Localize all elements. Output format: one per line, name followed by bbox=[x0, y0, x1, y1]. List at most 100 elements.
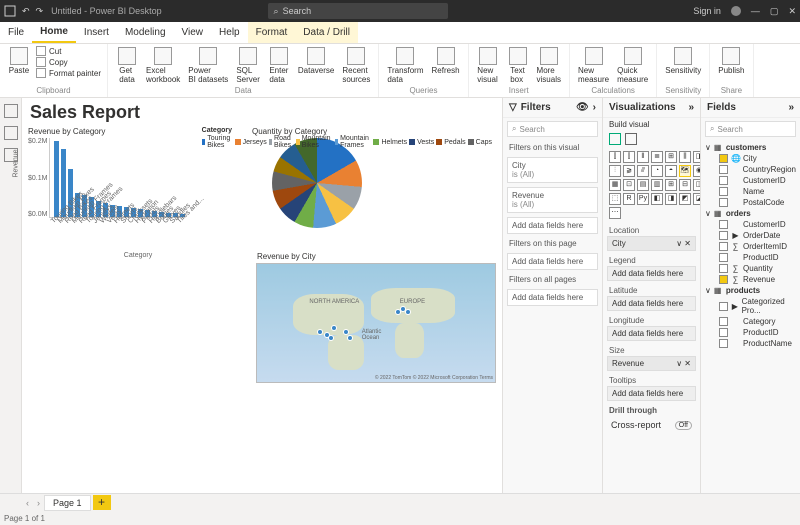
location-well[interactable]: City∨ ✕ bbox=[607, 236, 696, 251]
tab-home[interactable]: Home bbox=[32, 22, 76, 43]
field-Name[interactable]: Name bbox=[705, 186, 796, 197]
viz-type-icon[interactable]: ⫼ bbox=[679, 151, 691, 163]
report-view-icon[interactable] bbox=[4, 104, 18, 118]
legend-well[interactable]: Add data fields here bbox=[607, 266, 696, 281]
field-City[interactable]: 🌐City bbox=[705, 153, 796, 164]
tab-view[interactable]: View bbox=[174, 22, 212, 43]
refresh-button[interactable]: Refresh bbox=[430, 46, 462, 76]
table-orders[interactable]: ∨▦orders bbox=[705, 208, 796, 219]
table-customers[interactable]: ∨▦customers bbox=[705, 142, 796, 153]
tooltips-well[interactable]: Add data fields here bbox=[607, 386, 696, 401]
viz-type-icon[interactable]: ⊞ bbox=[665, 151, 677, 163]
field-Category[interactable]: Category bbox=[705, 316, 796, 327]
viz-type-icon[interactable]: ▥ bbox=[651, 179, 663, 191]
data-view-icon[interactable] bbox=[4, 126, 18, 140]
more-visuals-button[interactable]: Morevisuals bbox=[535, 46, 563, 85]
prev-page-icon[interactable]: ‹ bbox=[22, 498, 33, 508]
cross-report-toggle[interactable]: Off bbox=[675, 421, 692, 430]
viz-type-icon[interactable]: ⫴ bbox=[637, 151, 649, 163]
map-bubble[interactable] bbox=[343, 329, 349, 335]
viz-type-icon[interactable]: ▤ bbox=[637, 179, 649, 191]
chevron-right-icon[interactable]: › bbox=[593, 102, 596, 113]
text-box-button[interactable]: Textbox bbox=[505, 46, 531, 85]
field-Revenue[interactable]: ∑Revenue bbox=[705, 274, 796, 285]
eye-icon[interactable]: 👁 bbox=[576, 102, 589, 113]
viz-type-icon[interactable]: ◨ bbox=[665, 193, 677, 205]
map-bubble[interactable] bbox=[405, 309, 411, 315]
tab-insert[interactable]: Insert bbox=[76, 22, 117, 43]
viz-type-icon[interactable]: ◓ bbox=[665, 165, 677, 177]
filters-search[interactable]: ⌕Search bbox=[507, 121, 598, 137]
get-data-button[interactable]: Getdata bbox=[114, 46, 140, 85]
chevron-right-icon[interactable]: » bbox=[688, 102, 694, 113]
field-CountryRegion[interactable]: CountryRegion bbox=[705, 164, 796, 175]
tab-file[interactable]: File bbox=[0, 22, 32, 43]
viz-type-icon[interactable]: ⬚ bbox=[609, 193, 621, 205]
excel-workbook-button[interactable]: Excelworkbook bbox=[144, 46, 182, 85]
titlebar-search[interactable]: ⌕ Search bbox=[268, 3, 448, 19]
field-ProductID[interactable]: ProductID bbox=[705, 252, 796, 263]
field-ProductName[interactable]: ProductName bbox=[705, 338, 796, 349]
quick-measure-button[interactable]: Quickmeasure bbox=[615, 46, 650, 85]
close-icon[interactable]: ✕ bbox=[788, 6, 796, 17]
viz-type-icon[interactable]: Py bbox=[637, 193, 649, 205]
build-visual-icon[interactable] bbox=[609, 133, 621, 145]
viz-type-icon[interactable]: ⊞ bbox=[665, 179, 677, 191]
map-bubble[interactable] bbox=[317, 329, 323, 335]
sql-server-button[interactable]: SQLServer bbox=[234, 46, 262, 85]
redo-icon[interactable]: ↷ bbox=[36, 6, 44, 17]
viz-type-icon[interactable]: ⫿ bbox=[623, 151, 635, 163]
filter-card-city[interactable]: Cityis (All) bbox=[507, 157, 598, 183]
map-visual[interactable]: Revenue by City NORTH AMERICA EUROPE Atl… bbox=[256, 263, 496, 383]
viz-type-icon[interactable]: 🗺 bbox=[679, 165, 691, 177]
new-visual-button[interactable]: Newvisual bbox=[475, 46, 501, 85]
tab-format[interactable]: Format bbox=[248, 22, 296, 43]
recent-sources-button[interactable]: Recentsources bbox=[340, 46, 372, 85]
add-visual-filter[interactable]: Add data fields here bbox=[507, 217, 598, 234]
copy-button[interactable]: Copy bbox=[36, 57, 101, 67]
report-canvas[interactable]: Sales Report Revenue by Category $0.2M$0… bbox=[22, 98, 502, 493]
sensitivity-button[interactable]: Sensitivity bbox=[663, 46, 703, 76]
page-tab[interactable]: Page 1 bbox=[44, 495, 91, 511]
size-well[interactable]: Revenue∨ ✕ bbox=[607, 356, 696, 371]
undo-icon[interactable]: ↶ bbox=[22, 6, 30, 17]
field-Quantity[interactable]: ∑Quantity bbox=[705, 263, 796, 274]
longitude-well[interactable]: Add data fields here bbox=[607, 326, 696, 341]
add-page-button[interactable]: + bbox=[93, 495, 111, 510]
pie-chart-visual[interactable]: Quantity by Category Category Touring Bi… bbox=[252, 127, 492, 259]
new-measure-button[interactable]: Newmeasure bbox=[576, 46, 611, 85]
fields-search[interactable]: ⌕Search bbox=[705, 121, 796, 137]
add-page-filter[interactable]: Add data fields here bbox=[507, 253, 598, 270]
maximize-icon[interactable]: ▢ bbox=[770, 6, 779, 17]
field-PostalCode[interactable]: PostalCode bbox=[705, 197, 796, 208]
field-Categorized Pro...[interactable]: ▶Categorized Pro... bbox=[705, 296, 796, 316]
viz-type-icon[interactable]: ◩ bbox=[679, 193, 691, 205]
viz-type-icon[interactable]: R bbox=[623, 193, 635, 205]
power-bi-datasets-button[interactable]: PowerBI datasets bbox=[186, 46, 230, 85]
bar[interactable] bbox=[54, 141, 59, 217]
latitude-well[interactable]: Add data fields here bbox=[607, 296, 696, 311]
viz-type-icon[interactable]: ⊡ bbox=[623, 179, 635, 191]
table-products[interactable]: ∨▦products bbox=[705, 285, 796, 296]
viz-type-icon[interactable]: ▦ bbox=[609, 179, 621, 191]
paste-button[interactable]: Paste bbox=[6, 46, 32, 76]
viz-type-icon[interactable]: ⊟ bbox=[679, 179, 691, 191]
transform-data-button[interactable]: Transformdata bbox=[385, 46, 425, 85]
user-avatar[interactable] bbox=[731, 6, 741, 16]
viz-type-icon[interactable]: ◔ bbox=[651, 165, 663, 177]
viz-type-icon[interactable]: ⫶ bbox=[609, 165, 621, 177]
dataverse-button[interactable]: Dataverse bbox=[296, 46, 336, 76]
field-CustomerID[interactable]: CustomerID bbox=[705, 219, 796, 230]
next-page-icon[interactable]: › bbox=[33, 498, 44, 508]
add-all-filter[interactable]: Add data fields here bbox=[507, 289, 598, 306]
field-ProductID[interactable]: ProductID bbox=[705, 327, 796, 338]
save-icon[interactable] bbox=[4, 5, 16, 17]
tab-modeling[interactable]: Modeling bbox=[117, 22, 174, 43]
viz-type-icon[interactable]: ⫺ bbox=[623, 165, 635, 177]
signin-link[interactable]: Sign in bbox=[693, 6, 721, 16]
filter-card-revenue[interactable]: Revenueis (All) bbox=[507, 187, 598, 213]
cut-button[interactable]: Cut bbox=[36, 46, 101, 56]
tab-data-drill[interactable]: Data / Drill bbox=[295, 22, 358, 43]
publish-button[interactable]: Publish bbox=[716, 46, 746, 76]
viz-type-icon[interactable]: ⋯ bbox=[609, 207, 621, 219]
